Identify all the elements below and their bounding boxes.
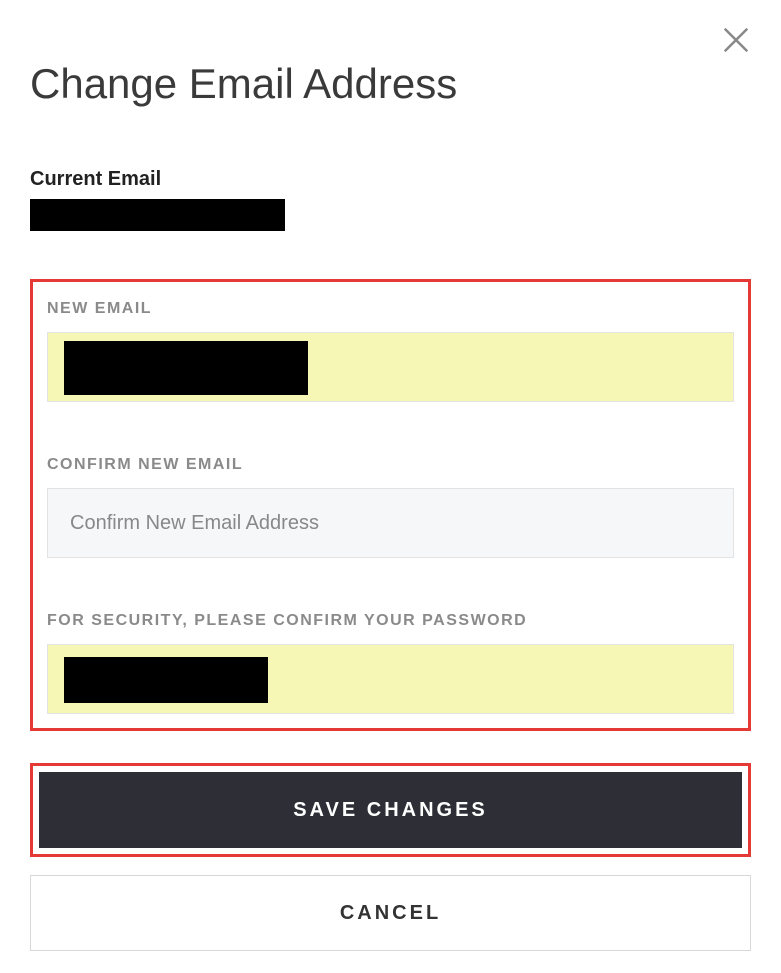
current-email-section: Current Email — [30, 168, 751, 231]
close-icon — [721, 25, 751, 55]
new-email-label: NEW EMAIL — [47, 300, 734, 318]
save-changes-button[interactable]: SAVE CHANGES — [39, 772, 742, 848]
confirm-email-input[interactable] — [47, 488, 734, 558]
new-email-value — [64, 341, 308, 395]
password-label: FOR SECURITY, PLEASE CONFIRM YOUR PASSWO… — [47, 612, 734, 630]
form-highlight-box: NEW EMAIL CONFIRM NEW EMAIL FOR SECURITY… — [30, 279, 751, 731]
password-input[interactable] — [47, 644, 734, 714]
cancel-button[interactable]: CANCEL — [30, 875, 751, 951]
password-value — [64, 657, 268, 703]
current-email-value — [30, 199, 285, 231]
confirm-email-label: CONFIRM NEW EMAIL — [47, 456, 734, 474]
new-email-input[interactable] — [47, 332, 734, 402]
current-email-label: Current Email — [30, 168, 751, 191]
page-title: Change Email Address — [30, 60, 751, 108]
save-button-highlight-box: SAVE CHANGES — [30, 763, 751, 857]
close-button[interactable] — [716, 20, 756, 60]
